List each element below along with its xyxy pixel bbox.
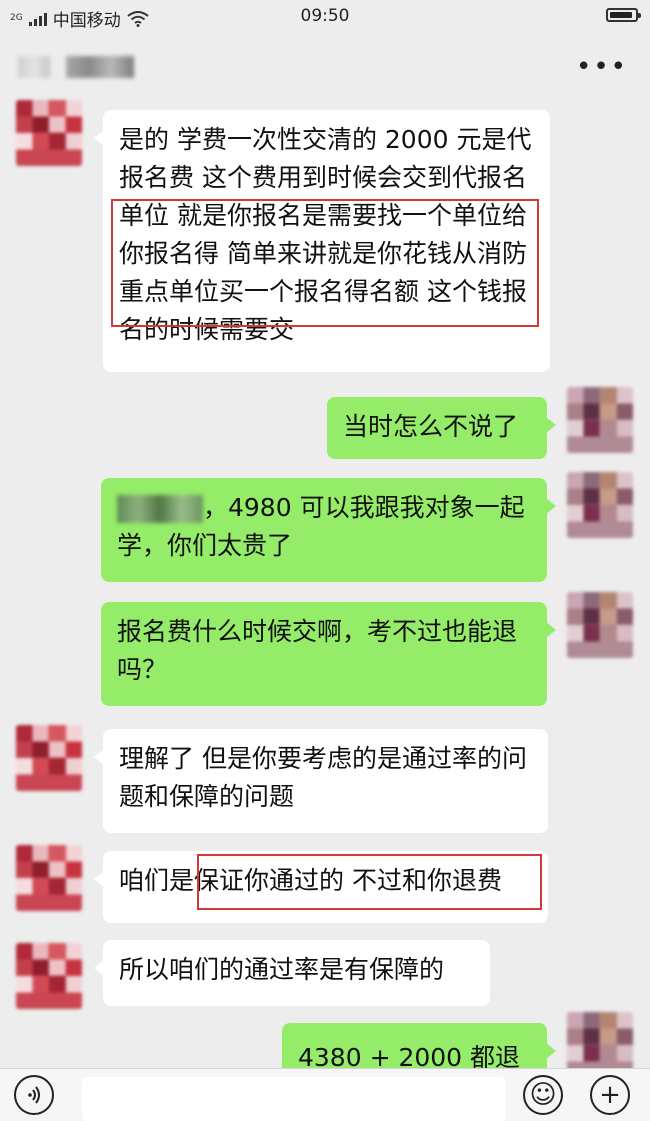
input-bar: ☺ +: [0, 1068, 650, 1121]
message-bubble[interactable]: 所以咱们的通过率是有保障的: [94, 940, 490, 1006]
chat-title-bar: •••: [0, 36, 650, 100]
message-bubble[interactable]: 当时怎么不说了: [327, 397, 556, 459]
emoji-icon[interactable]: ☺: [523, 1075, 563, 1115]
message-text: 咱们是保证你通过的 不过和你退费: [119, 866, 502, 895]
contact-avatar[interactable]: [16, 725, 82, 791]
my-avatar[interactable]: [567, 387, 633, 453]
message-input[interactable]: [82, 1077, 506, 1121]
back-button[interactable]: [18, 56, 50, 78]
message-text: 是的 学费一次性交清的 2000 元是代报名费 这个费用到时候会交到代报名单位 …: [119, 125, 532, 344]
plus-icon[interactable]: +: [590, 1075, 630, 1115]
chat-title: [66, 56, 134, 78]
message-text: 所以咱们的通过率是有保障的: [119, 955, 445, 984]
my-avatar[interactable]: [567, 472, 633, 538]
contact-avatar[interactable]: [16, 100, 82, 166]
message-bubble[interactable]: 报名费什么时候交啊，考不过也能退吗？: [101, 602, 556, 706]
contact-avatar[interactable]: [16, 943, 82, 1009]
more-options-button[interactable]: •••: [576, 54, 628, 80]
message-text: 理解了 但是你要考虑的是通过率的问题和保障的问题: [119, 744, 527, 811]
message-text: 报名费什么时候交啊，考不过也能退吗？: [117, 617, 518, 684]
voice-icon[interactable]: [14, 1075, 54, 1115]
redacted-name: [117, 495, 203, 523]
message-bubble[interactable]: 理解了 但是你要考虑的是通过率的问题和保障的问题: [94, 729, 548, 833]
my-avatar[interactable]: [567, 592, 633, 658]
battery-icon: [606, 8, 641, 22]
message-bubble[interactable]: 咱们是保证你通过的 不过和你退费: [94, 851, 548, 923]
contact-avatar[interactable]: [16, 845, 82, 911]
message-bubble[interactable]: ，4980 可以我跟我对象一起学，你们太贵了: [101, 478, 556, 582]
clock: 09:50: [300, 6, 350, 26]
message-text: 当时怎么不说了: [343, 412, 519, 441]
status-bar: 2G 中国移动 09:50: [0, 0, 650, 36]
message-bubble[interactable]: 是的 学费一次性交清的 2000 元是代报名费 这个费用到时候会交到代报名单位 …: [94, 110, 550, 372]
